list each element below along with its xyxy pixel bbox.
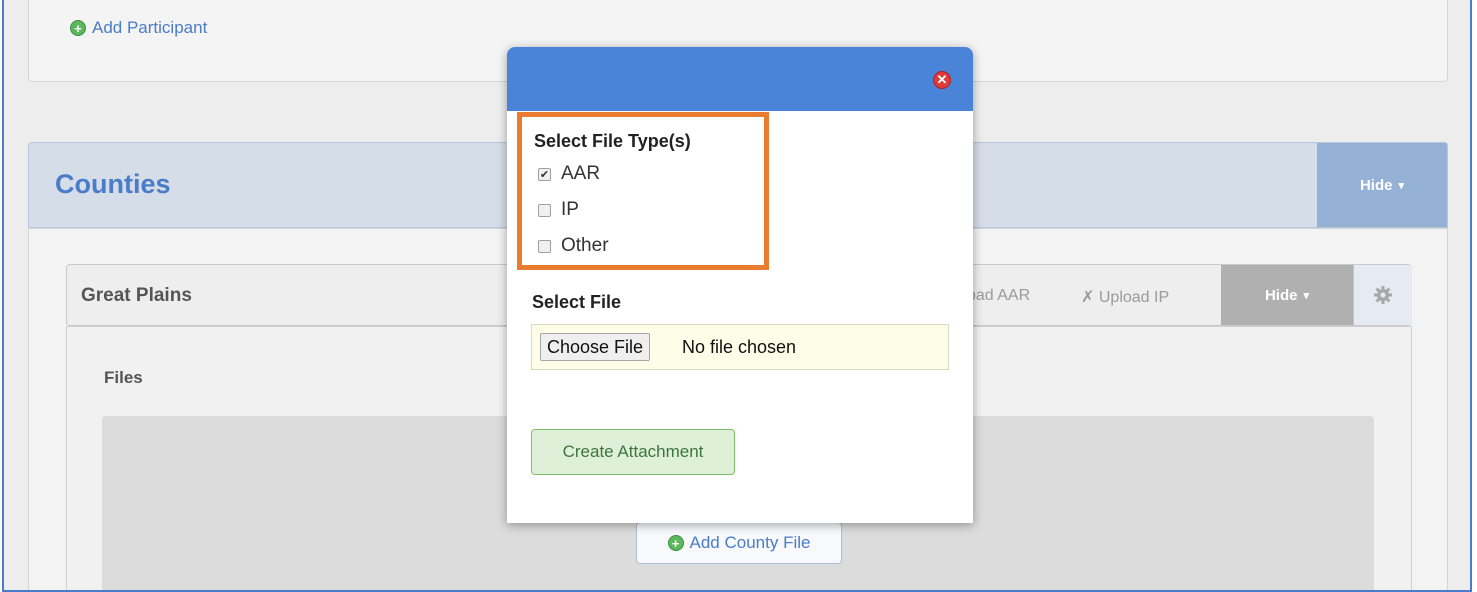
file-type-option-ip[interactable]: IP: [538, 199, 579, 221]
checkbox[interactable]: [538, 203, 551, 217]
files-label: Files: [104, 368, 143, 387]
file-type-label: Other: [561, 235, 609, 256]
file-type-option-aar[interactable]: ✔ AAR: [538, 163, 600, 185]
file-type-group: Select File Type(s) ✔ AAR IP Other: [517, 112, 769, 270]
county-hide-button[interactable]: Hide ▾: [1221, 265, 1353, 325]
counties-hide-button[interactable]: Hide ▾: [1317, 143, 1447, 227]
add-circle-icon: +: [667, 535, 684, 551]
attachment-modal: ✕ Select File Type(s) ✔ AAR IP Other Sel…: [507, 47, 973, 523]
add-circle-icon: +: [70, 20, 86, 36]
settings-button[interactable]: [1353, 265, 1412, 325]
file-type-label: IP: [561, 199, 579, 220]
upload-ip-label: Upload IP: [1098, 289, 1170, 306]
upload-ip-link[interactable]: ✗ Upload IP: [1081, 287, 1169, 307]
checkbox[interactable]: [538, 239, 551, 253]
checkbox-checked[interactable]: ✔: [538, 167, 551, 181]
file-status: No file chosen: [682, 337, 797, 357]
page-frame: + Add Participant Counties Hide ▾ Great …: [2, 0, 1472, 592]
add-county-file-label: Add County File: [689, 533, 811, 552]
add-participant-link[interactable]: + Add Participant: [70, 18, 207, 38]
caret-down-icon: ▾: [1398, 179, 1405, 192]
counties-hide-label: Hide: [1359, 176, 1393, 194]
file-input[interactable]: Choose File No file chosen: [531, 324, 949, 370]
caret-down-icon: ▾: [1303, 289, 1310, 302]
close-icon[interactable]: ✕: [933, 71, 951, 89]
gear-icon: [1374, 286, 1392, 304]
county-hide-label: Hide: [1264, 286, 1298, 304]
file-type-label: AAR: [561, 163, 601, 184]
county-name: Great Plains: [81, 285, 192, 306]
select-file-title: Select File: [532, 292, 622, 312]
counties-title: Counties: [55, 169, 171, 199]
choose-file-button[interactable]: Choose File: [540, 333, 651, 361]
create-attachment-button[interactable]: Create Attachment: [531, 429, 735, 475]
x-mark-icon: ✗: [1081, 289, 1095, 306]
upload-aar-link[interactable]: oad AAR: [967, 287, 1030, 305]
file-type-option-other[interactable]: Other: [538, 235, 609, 257]
add-county-file-button[interactable]: + Add County File: [636, 522, 842, 564]
file-type-title: Select File Type(s): [534, 131, 691, 151]
add-participant-label: Add Participant: [92, 18, 208, 37]
modal-header: ✕: [507, 47, 973, 111]
